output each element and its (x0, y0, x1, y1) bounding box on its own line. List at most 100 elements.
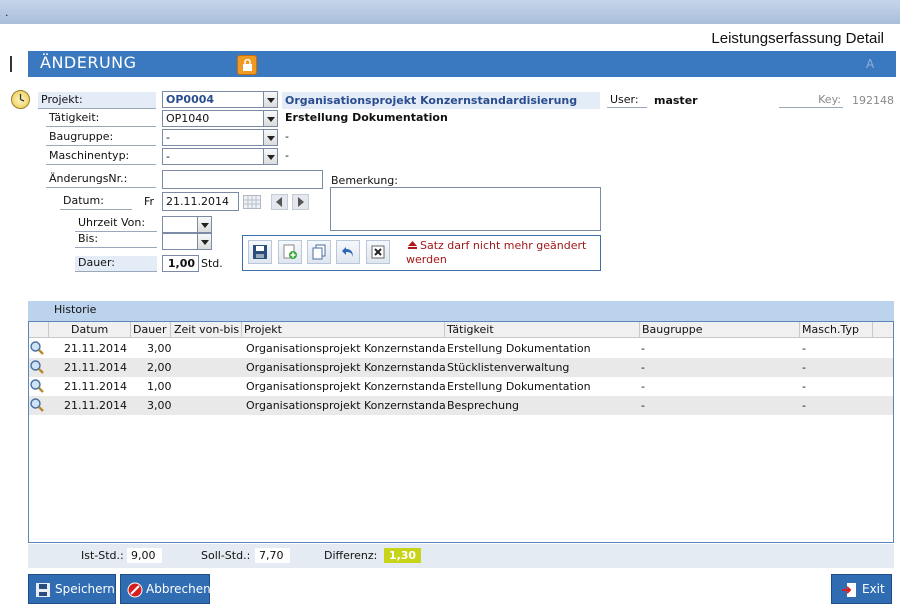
magnifier-icon[interactable] (29, 340, 45, 356)
magnifier-icon[interactable] (29, 359, 45, 375)
projekt-description: Organisationsprojekt Konzernstandardisie… (282, 92, 600, 109)
bemerkung-textarea[interactable] (330, 187, 601, 231)
speichern-button[interactable]: Speichern (28, 574, 116, 604)
grid-col-separator (799, 322, 800, 338)
abbrechen-button[interactable]: Abbrechen (120, 574, 211, 604)
grid-col-separator (170, 322, 171, 338)
titlebar-dot: . (5, 6, 9, 19)
speichern-label: Speichern (55, 582, 115, 596)
aenderungsnr-label: ÄnderungsNr.: (46, 171, 156, 188)
projekt-dropdown-button[interactable] (263, 91, 278, 108)
cell-datum: 21.11.2014 (64, 399, 127, 412)
maschinentyp-combo[interactable]: - (162, 148, 264, 165)
dauer-unit: Std. (201, 257, 223, 270)
grid-col-separator (241, 322, 242, 338)
grid-col-separator (872, 322, 873, 338)
lock-icon[interactable] (237, 55, 257, 75)
projekt-combo[interactable]: OP0004 (162, 91, 264, 108)
cell-dauer: 2,00 (147, 361, 172, 374)
prev-day-button[interactable] (271, 194, 288, 210)
cell-taetigkeit: Stücklistenverwaltung (447, 361, 570, 374)
cell-maschtyp: - (802, 342, 806, 355)
uhrzeit-von-combo[interactable] (162, 216, 198, 233)
uhrzeit-von-dropdown-button[interactable] (197, 216, 212, 233)
cell-maschtyp: - (802, 399, 806, 412)
grid-col-separator (639, 322, 640, 338)
table-row[interactable]: 21.11.2014 3,00 Organisationsprojekt Kon… (29, 339, 893, 358)
col-header-maschtyp[interactable]: Masch.Typ (802, 323, 859, 336)
col-header-taetigkeit[interactable]: Tätigkeit (447, 323, 494, 336)
cell-dauer: 3,00 (147, 342, 172, 355)
cell-datum: 21.11.2014 (64, 380, 127, 393)
cell-projekt: Organisationsprojekt Konzernstanda (246, 399, 446, 412)
taetigkeit-dropdown-button[interactable] (263, 110, 278, 127)
grid-col-separator (48, 322, 49, 338)
baugruppe-description: - (285, 130, 289, 143)
col-header-dauer[interactable]: Dauer (133, 323, 166, 336)
bis-combo[interactable] (162, 233, 198, 250)
col-header-datum[interactable]: Datum (71, 323, 108, 336)
projekt-label: Projekt: (38, 92, 156, 109)
historie-title: Historie (54, 303, 97, 316)
cell-datum: 21.11.2014 (64, 361, 127, 374)
baugruppe-dropdown-button[interactable] (263, 129, 278, 146)
clock-icon[interactable] (11, 90, 30, 109)
magnifier-icon[interactable] (29, 397, 45, 413)
window-title: Leistungserfassung Detail (711, 30, 884, 47)
datum-input[interactable]: 21.11.2014 (162, 192, 239, 211)
aenderungsnr-input[interactable] (162, 170, 323, 189)
bis-dropdown-button[interactable] (197, 233, 212, 250)
taetigkeit-combo[interactable]: OP1040 (162, 110, 264, 127)
datum-label: Datum: (60, 193, 132, 210)
soll-std-value: 7,70 (255, 548, 290, 563)
cell-baugruppe: - (641, 342, 645, 355)
abbrechen-label: Abbrechen (146, 582, 211, 596)
calendar-icon[interactable] (243, 195, 261, 209)
weekday-label: Fr (144, 195, 155, 208)
magnifier-icon[interactable] (29, 378, 45, 394)
dauer-input[interactable]: 1,00 (162, 255, 199, 272)
baugruppe-combo[interactable]: - (162, 129, 264, 146)
cell-projekt: Organisationsprojekt Konzernstanda (246, 361, 446, 374)
col-header-zeit[interactable]: Zeit von-bis (174, 323, 239, 336)
cell-projekt: Organisationsprojekt Konzernstanda (246, 380, 446, 393)
cell-projekt: Organisationsprojekt Konzernstanda (246, 342, 446, 355)
window-titlebar: . (0, 0, 900, 24)
save-record-button[interactable] (248, 240, 272, 264)
taetigkeit-description: Erstellung Dokumentation (285, 111, 448, 124)
maschinentyp-label: Maschinentyp: (46, 148, 156, 165)
user-label: User: (607, 93, 647, 108)
cell-maschtyp: - (802, 361, 806, 374)
cell-taetigkeit: Erstellung Dokumentation (447, 380, 591, 393)
cell-baugruppe: - (641, 399, 645, 412)
undo-button[interactable] (336, 240, 360, 264)
key-label: Key: (779, 93, 843, 108)
exit-button[interactable]: Exit (831, 574, 892, 604)
exit-label: Exit (862, 582, 885, 596)
header-corner-letter: A (866, 57, 875, 71)
key-value: 192148 (852, 94, 894, 107)
exit-icon (841, 582, 857, 601)
col-header-projekt[interactable]: Projekt (244, 323, 282, 336)
table-row[interactable]: 21.11.2014 3,00 Organisationsprojekt Kon… (29, 396, 893, 415)
maschinentyp-description: - (285, 149, 289, 162)
table-row[interactable]: 21.11.2014 2,00 Organisationsprojekt Kon… (29, 358, 893, 377)
focus-marker (10, 56, 12, 72)
next-day-button[interactable] (292, 194, 309, 210)
ist-std-label: Ist-Std.: (81, 549, 124, 562)
cell-datum: 21.11.2014 (64, 342, 127, 355)
differenz-value: 1,30 (384, 548, 421, 563)
col-header-baugruppe[interactable]: Baugruppe (642, 323, 702, 336)
bis-label: Bis: (75, 232, 157, 248)
cancel-icon (127, 582, 143, 601)
cell-baugruppe: - (641, 380, 645, 393)
ist-std-value: 9,00 (127, 548, 162, 563)
delete-record-button[interactable] (366, 240, 390, 264)
cell-maschtyp: - (802, 380, 806, 393)
copy-record-button[interactable] (307, 240, 331, 264)
maschinentyp-dropdown-button[interactable] (263, 148, 278, 165)
new-record-button[interactable] (278, 240, 302, 264)
warning-text: Satz darf nicht mehr geändert werden (406, 239, 587, 266)
differenz-label: Differenz: (324, 549, 378, 562)
table-row[interactable]: 21.11.2014 1,00 Organisationsprojekt Kon… (29, 377, 893, 396)
